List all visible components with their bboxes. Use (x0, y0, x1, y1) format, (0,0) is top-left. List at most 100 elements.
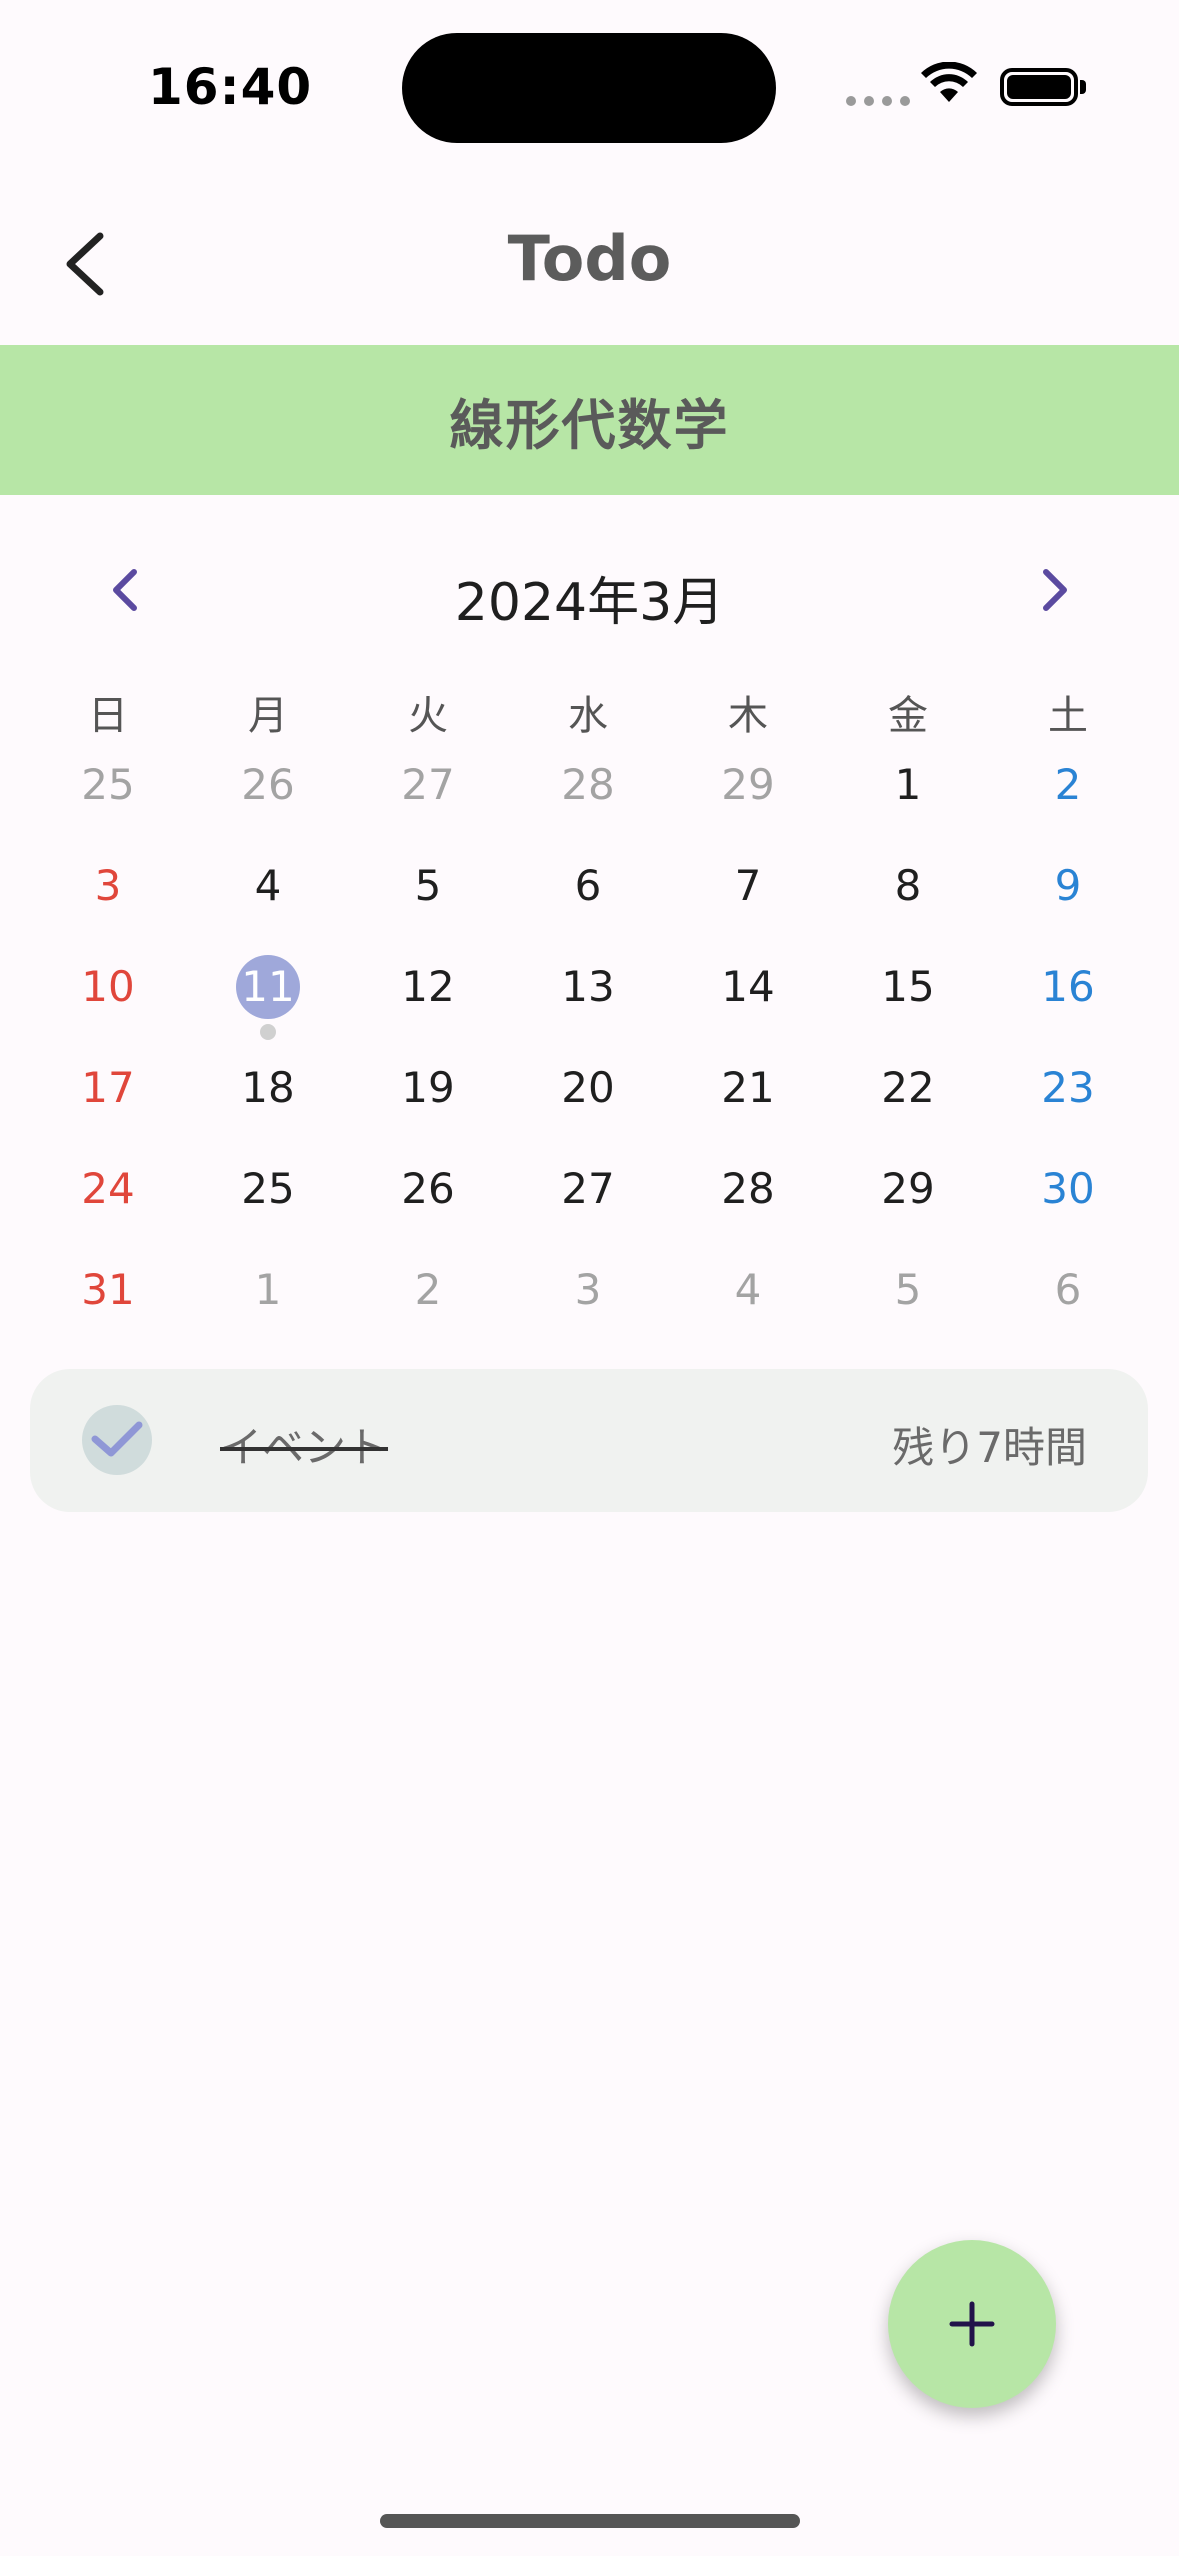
calendar-day[interactable]: 29 (828, 1140, 988, 1241)
calendar-day[interactable]: 7 (668, 837, 828, 938)
calendar-day[interactable]: 8 (828, 837, 988, 938)
calendar-day[interactable]: 18 (188, 1039, 348, 1140)
calendar-day[interactable]: 21 (668, 1039, 828, 1140)
calendar-day[interactable]: 28 (508, 736, 668, 837)
calendar-day-number: 12 (401, 962, 455, 1011)
status-time: 16:40 (148, 58, 313, 116)
month-label: 2024年3月 (454, 573, 725, 633)
calendar-day[interactable]: 4 (668, 1241, 828, 1342)
calendar-day-number: 30 (1041, 1164, 1095, 1213)
calendar-day-number: 1 (894, 760, 922, 809)
calendar-day[interactable]: 1 (828, 736, 988, 837)
home-indicator (380, 2514, 800, 2528)
calendar-day[interactable]: 27 (508, 1140, 668, 1241)
calendar-day[interactable]: 12 (348, 938, 508, 1039)
cellular-signal-icon (846, 96, 910, 106)
calendar-day-number: 22 (881, 1063, 935, 1112)
calendar-day-number: 31 (81, 1265, 135, 1314)
calendar-day-number: 29 (881, 1164, 935, 1213)
calendar-day-number: 23 (1041, 1063, 1095, 1112)
todo-remaining-time: 残り7時間 (892, 1423, 1087, 1472)
calendar-day[interactable]: 9 (988, 837, 1148, 938)
calendar-day-number: 9 (1054, 861, 1082, 910)
calendar-day-number: 28 (561, 760, 615, 809)
calendar-grid: 25 26 27 28 29 1 2 3 4 5 6 7 8 9 10 11 12 13 14 15 16 17 18 19 2… (28, 736, 1152, 1342)
calendar-day[interactable]: 27 (348, 736, 508, 837)
battery-icon (1000, 68, 1078, 106)
calendar-day-number: 15 (881, 962, 935, 1011)
calendar-day-number: 1 (254, 1265, 282, 1314)
page-title: Todo (507, 222, 672, 295)
calendar-day[interactable]: 26 (348, 1140, 508, 1241)
calendar-day[interactable]: 17 (28, 1039, 188, 1140)
calendar-day-number: 10 (81, 962, 135, 1011)
calendar-day[interactable]: 20 (508, 1039, 668, 1140)
calendar-day[interactable]: 13 (508, 938, 668, 1039)
calendar-day[interactable]: 6 (988, 1241, 1148, 1342)
calendar-day[interactable]: 22 (828, 1039, 988, 1140)
calendar-day-number: 2 (1054, 760, 1082, 809)
calendar-day[interactable]: 6 (508, 837, 668, 938)
calendar-day-number: 18 (241, 1063, 295, 1112)
calendar-day-selected[interactable]: 11 (188, 938, 348, 1040)
calendar-day-number: 2 (414, 1265, 442, 1314)
calendar-day[interactable]: 10 (28, 938, 188, 1039)
todo-label: イベント (220, 1423, 389, 1472)
calendar-day-number: 13 (561, 962, 615, 1011)
calendar-day[interactable]: 4 (188, 837, 348, 938)
calendar-day[interactable]: 15 (828, 938, 988, 1039)
calendar-day-number: 5 (414, 861, 442, 910)
calendar-day-number: 29 (721, 760, 775, 809)
calendar-day[interactable]: 19 (348, 1039, 508, 1140)
calendar-day-number: 4 (734, 1265, 762, 1314)
calendar-day-number: 26 (401, 1164, 455, 1213)
calendar-day[interactable]: 25 (188, 1140, 348, 1241)
calendar-day[interactable]: 28 (668, 1140, 828, 1241)
calendar-day[interactable]: 2 (348, 1241, 508, 1342)
calendar-day-number: 20 (561, 1063, 615, 1112)
plus-icon (949, 2301, 995, 2347)
calendar-day-number: 14 (721, 962, 775, 1011)
calendar-day[interactable]: 30 (988, 1140, 1148, 1241)
subject-banner: 線形代数学 (0, 345, 1179, 495)
calendar-day-number: 6 (1054, 1265, 1082, 1314)
calendar-day-number: 7 (734, 861, 762, 910)
calendar-day[interactable]: 24 (28, 1140, 188, 1241)
calendar-day-number: 17 (81, 1063, 135, 1112)
calendar-day[interactable]: 5 (348, 837, 508, 938)
calendar-day-number: 4 (254, 861, 282, 910)
checkmark-icon (91, 1421, 143, 1457)
subject-name: 線形代数学 (449, 393, 730, 457)
add-todo-button[interactable] (888, 2240, 1056, 2408)
calendar-day-number: 25 (81, 760, 135, 809)
calendar-day-number: 28 (721, 1164, 775, 1213)
calendar-day-number: 26 (241, 760, 295, 809)
todo-checkbox[interactable] (82, 1405, 152, 1475)
calendar-day-number: 6 (574, 861, 602, 910)
calendar-day[interactable]: 16 (988, 938, 1148, 1039)
wifi-icon (921, 62, 977, 102)
calendar-day-number: 8 (894, 861, 922, 910)
calendar-day-number: 21 (721, 1063, 775, 1112)
calendar-day-number: 3 (94, 861, 122, 910)
calendar-day-number: 3 (574, 1265, 602, 1314)
calendar-day-number: 24 (81, 1164, 135, 1213)
calendar-day[interactable]: 31 (28, 1241, 188, 1342)
event-marker-dot (260, 1024, 276, 1040)
calendar-day[interactable]: 23 (988, 1039, 1148, 1140)
calendar-day[interactable]: 25 (28, 736, 188, 837)
calendar-day[interactable]: 5 (828, 1241, 988, 1342)
calendar-day-number: 27 (561, 1164, 615, 1213)
calendar-day[interactable]: 29 (668, 736, 828, 837)
calendar-day[interactable]: 3 (28, 837, 188, 938)
calendar-day[interactable]: 3 (508, 1241, 668, 1342)
calendar-day[interactable]: 1 (188, 1241, 348, 1342)
calendar-day-number: 16 (1041, 962, 1095, 1011)
calendar-day-number: 11 (241, 962, 295, 1011)
calendar-day[interactable]: 14 (668, 938, 828, 1039)
calendar-day[interactable]: 26 (188, 736, 348, 837)
next-month-button[interactable] (1036, 562, 1076, 618)
calendar-day-number: 27 (401, 760, 455, 809)
dynamic-island (402, 33, 776, 143)
calendar-day[interactable]: 2 (988, 736, 1148, 837)
